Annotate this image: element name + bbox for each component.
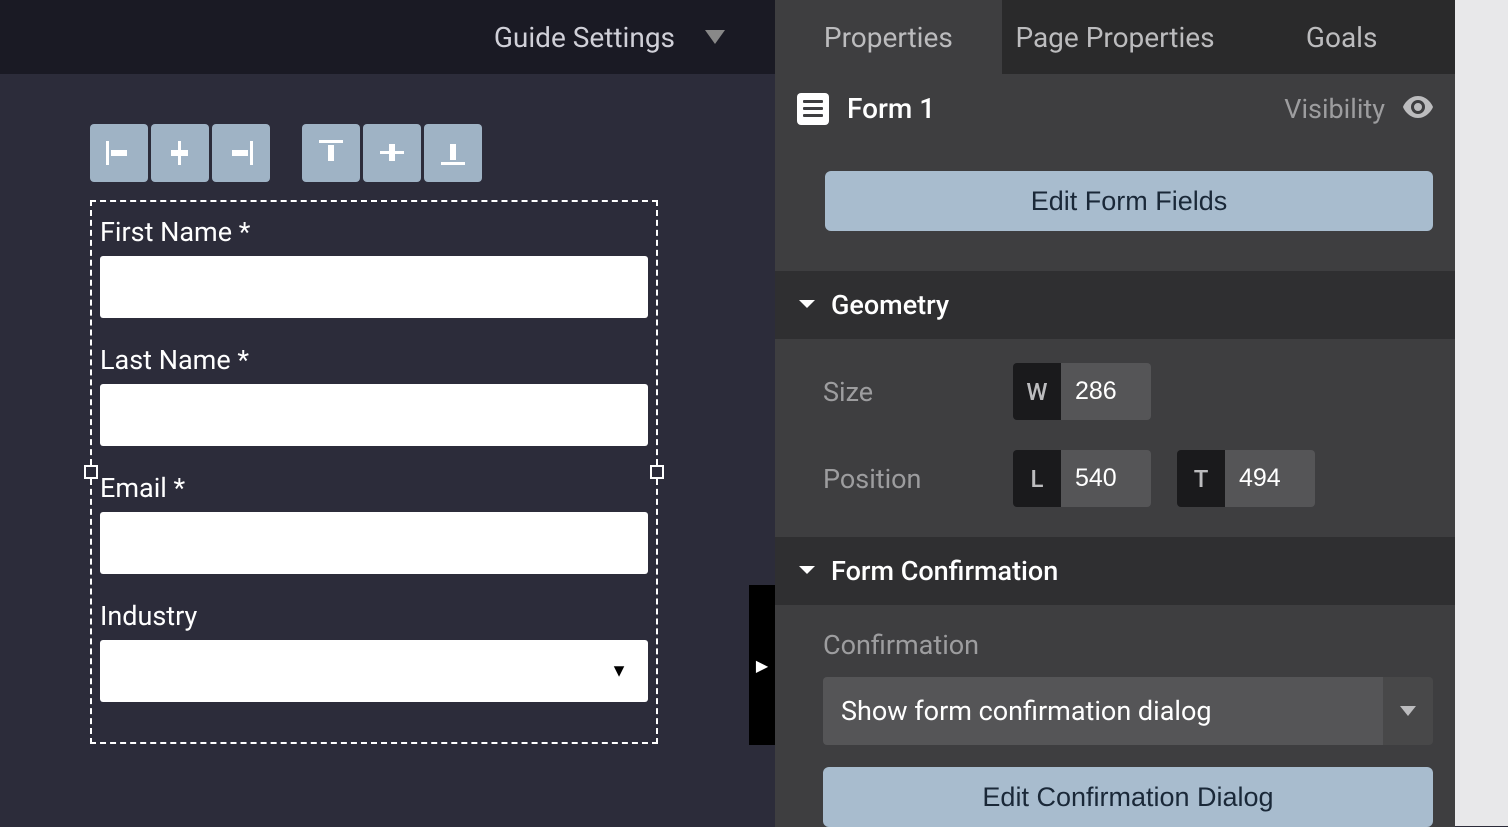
align-bottom-button[interactable] xyxy=(424,124,482,182)
confirmation-select-dropdown[interactable] xyxy=(1383,677,1433,745)
top-input-group: T xyxy=(1177,450,1315,507)
resize-handle-right[interactable] xyxy=(650,465,664,479)
left-input[interactable] xyxy=(1061,450,1151,507)
confirmation-title: Form Confirmation xyxy=(831,555,1058,587)
alignment-toolbar xyxy=(90,124,775,182)
tab-goals[interactable]: Goals xyxy=(1228,0,1455,74)
tab-properties[interactable]: Properties xyxy=(775,0,1002,74)
resize-handle-left[interactable] xyxy=(84,465,98,479)
form-field-last-name: Last Name * xyxy=(92,334,656,462)
width-letter: W xyxy=(1013,363,1061,420)
form-element-selection[interactable]: First Name * Last Name * Email * Industr… xyxy=(90,200,658,744)
field-label: Industry xyxy=(100,600,648,632)
chevron-down-icon xyxy=(797,298,817,312)
geometry-section-header[interactable]: Geometry xyxy=(775,271,1455,339)
first-name-input[interactable] xyxy=(100,256,648,318)
align-center-button[interactable] xyxy=(151,124,209,182)
dropdown-triangle-icon xyxy=(1400,706,1416,716)
align-right-button[interactable] xyxy=(212,124,270,182)
form-field-industry: Industry ▼ xyxy=(92,590,656,718)
align-left-button[interactable] xyxy=(90,124,148,182)
tab-page-properties[interactable]: Page Properties xyxy=(1002,0,1229,74)
panel-collapse-handle[interactable]: ▶ xyxy=(749,585,775,745)
confirmation-select-value: Show form confirmation dialog xyxy=(823,677,1383,745)
left-letter: L xyxy=(1013,450,1061,507)
visibility-label: Visibility xyxy=(1284,93,1385,125)
last-name-input[interactable] xyxy=(100,384,648,446)
chevron-down-icon xyxy=(797,564,817,578)
edit-form-fields-button[interactable]: Edit Form Fields xyxy=(825,171,1433,231)
confirmation-select[interactable]: Show form confirmation dialog xyxy=(823,677,1433,745)
top-letter: T xyxy=(1177,450,1225,507)
field-label: Email * xyxy=(100,472,648,504)
confirmation-section-header[interactable]: Form Confirmation xyxy=(775,537,1455,605)
size-label: Size xyxy=(823,376,1013,408)
left-input-group: L xyxy=(1013,450,1151,507)
email-input[interactable] xyxy=(100,512,648,574)
align-top-button[interactable] xyxy=(302,124,360,182)
width-input[interactable] xyxy=(1061,363,1151,420)
position-label: Position xyxy=(823,463,1013,495)
geometry-title: Geometry xyxy=(831,289,949,321)
top-input[interactable] xyxy=(1225,450,1315,507)
properties-tabs: Properties Page Properties Goals xyxy=(775,0,1455,74)
form-field-first-name: First Name * xyxy=(92,206,656,334)
guide-settings-label: Guide Settings xyxy=(494,21,675,54)
edit-confirmation-dialog-button[interactable]: Edit Confirmation Dialog xyxy=(823,767,1433,827)
form-field-email: Email * xyxy=(92,462,656,590)
confirmation-label: Confirmation xyxy=(823,629,1433,661)
form-icon xyxy=(797,93,829,125)
dropdown-triangle-icon xyxy=(705,30,725,44)
eye-icon[interactable] xyxy=(1403,93,1433,125)
width-input-group: W xyxy=(1013,363,1151,420)
align-middle-button[interactable] xyxy=(363,124,421,182)
field-label: First Name * xyxy=(100,216,648,248)
guide-settings-header[interactable]: Guide Settings xyxy=(0,0,775,74)
scrollbar-track[interactable] xyxy=(1455,0,1508,826)
element-name: Form 1 xyxy=(847,92,935,125)
field-label: Last Name * xyxy=(100,344,648,376)
industry-select[interactable] xyxy=(100,640,648,702)
